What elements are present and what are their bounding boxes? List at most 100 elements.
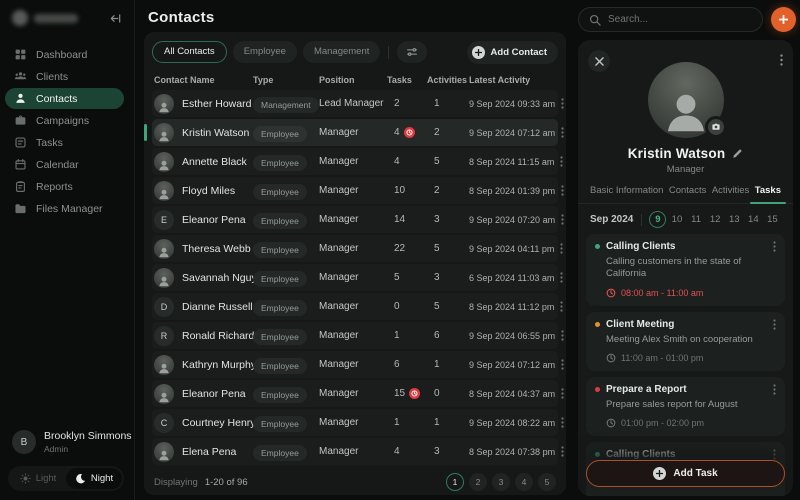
edit-name-button[interactable] xyxy=(732,148,743,159)
contact-avatar: E xyxy=(154,209,174,230)
sidebar-item-reports[interactable]: Reports xyxy=(5,176,124,197)
row-kebab-menu[interactable] xyxy=(555,185,569,196)
current-user[interactable]: B Brooklyn Simmons Admin xyxy=(12,430,132,454)
search-box[interactable] xyxy=(578,7,763,32)
clients-people-icon xyxy=(14,72,27,80)
table-row[interactable]: C Courtney Henry Employee Manager 1 1 9 S… xyxy=(152,409,564,436)
user-avatar: B xyxy=(12,430,36,454)
row-kebab-menu[interactable] xyxy=(555,127,569,138)
table-row-selected[interactable]: Kristin Watson Employee Manager 4 2 9 Se… xyxy=(144,119,564,146)
table-row[interactable]: Kathryn Murphy Employee Manager 6 1 9 Se… xyxy=(152,351,564,378)
filter-tab-all-contacts[interactable]: All Contacts xyxy=(152,41,227,63)
filter-sliders-button[interactable] xyxy=(397,41,428,63)
sidebar-item-contacts[interactable]: Contacts xyxy=(5,88,124,109)
tab-activities[interactable]: Activities xyxy=(712,185,749,203)
calendar-day-9[interactable]: 9 xyxy=(649,211,667,228)
quick-add-button[interactable] xyxy=(771,7,796,32)
sidebar-item-files-manager[interactable]: Files Manager xyxy=(5,198,124,219)
contact-avatar xyxy=(154,180,174,201)
tasks-list-icon xyxy=(15,137,26,148)
task-card[interactable]: Calling Clients Calling customers in the… xyxy=(586,234,785,306)
table-row[interactable]: D Dianne Russell Employee Manager 0 5 8 S… xyxy=(152,293,563,320)
calendar-day-15[interactable]: 15 xyxy=(764,211,781,228)
row-kebab-menu[interactable] xyxy=(554,301,568,312)
calendar-day-11[interactable]: 11 xyxy=(688,211,705,228)
row-kebab-menu[interactable] xyxy=(555,330,569,341)
tab-contacts[interactable]: Contacts xyxy=(669,185,707,203)
sidebar-item-dashboard[interactable]: Dashboard xyxy=(5,44,124,65)
contact-avatar xyxy=(154,383,174,404)
contact-avatar xyxy=(154,151,174,172)
search-icon xyxy=(589,14,601,26)
calendar-month[interactable]: Sep 2024 xyxy=(590,214,633,225)
table-row[interactable]: R Ronald Richards Employee Manager 1 6 9 … xyxy=(152,322,564,349)
page-button-4[interactable]: 4 xyxy=(515,473,533,491)
calendar-day-10[interactable]: 10 xyxy=(668,211,685,228)
row-kebab-menu[interactable] xyxy=(555,417,569,428)
calendar-day-12[interactable]: 12 xyxy=(707,211,724,228)
tab-basic-information[interactable]: Basic Information xyxy=(590,185,663,203)
task-kebab-menu[interactable] xyxy=(773,449,776,460)
add-task-button[interactable]: Add Task xyxy=(586,460,785,487)
sidebar-item-tasks[interactable]: Tasks xyxy=(5,132,124,153)
row-kebab-menu[interactable] xyxy=(555,359,569,370)
row-kebab-menu[interactable] xyxy=(555,214,569,225)
type-badge: Employee xyxy=(253,212,307,229)
change-photo-button[interactable] xyxy=(704,116,727,138)
dashboard-grid-icon xyxy=(15,49,26,60)
pencil-icon xyxy=(733,149,742,158)
panel-kebab-menu[interactable] xyxy=(780,50,783,66)
close-panel-button[interactable] xyxy=(588,50,610,72)
row-kebab-menu[interactable] xyxy=(554,243,568,254)
row-kebab-menu[interactable] xyxy=(554,272,568,283)
table-row[interactable]: E Eleanor Pena Employee Manager 14 3 9 Se… xyxy=(152,206,564,233)
table-row[interactable]: Theresa Webb Employee Manager 22 5 9 Sep… xyxy=(152,235,563,262)
filter-tab-management[interactable]: Management xyxy=(302,41,381,63)
table-row[interactable]: Eleanor Pena Employee Manager 15 0 8 Sep… xyxy=(152,380,564,407)
row-kebab-menu[interactable] xyxy=(555,388,569,399)
row-kebab-menu[interactable] xyxy=(555,98,569,109)
task-status-dot xyxy=(595,244,600,249)
sidebar-item-campaigns[interactable]: Campaigns xyxy=(5,110,124,131)
add-contact-button[interactable]: Add Contact xyxy=(466,40,558,64)
task-kebab-menu[interactable] xyxy=(773,319,776,330)
task-status-dot xyxy=(595,452,600,458)
filter-tab-employee[interactable]: Employee xyxy=(232,41,297,63)
sun-icon xyxy=(19,473,31,484)
moon-icon xyxy=(76,473,86,484)
calendar-day-14[interactable]: 14 xyxy=(745,211,762,228)
calendar-strip: Sep 2024 9 10 11 12 13 14 15 xyxy=(578,204,793,234)
table-row[interactable]: Floyd Miles Employee Manager 10 2 8 Sep … xyxy=(152,177,564,204)
table-row[interactable]: Elena Pena Employee Manager 4 3 8 Sep 20… xyxy=(152,438,564,465)
page-button-1[interactable]: 1 xyxy=(446,473,464,491)
sidebar-item-clients[interactable]: Clients xyxy=(5,66,124,87)
type-badge: Employee xyxy=(253,328,307,345)
row-kebab-menu[interactable] xyxy=(554,156,568,167)
page-button-3[interactable]: 3 xyxy=(492,473,510,491)
task-card[interactable]: Client Meeting Meeting Alex Smith on coo… xyxy=(586,311,785,372)
row-kebab-menu[interactable] xyxy=(555,446,569,457)
filter-bar: All Contacts Employee Management Add Con… xyxy=(152,40,558,64)
app-logo-blurred xyxy=(12,10,78,26)
tab-tasks[interactable]: Tasks xyxy=(749,185,787,204)
type-badge: Employee xyxy=(253,241,307,258)
contact-detail-panel: Kristin Watson Manager Basic Information… xyxy=(578,40,793,496)
calendar-day-13[interactable]: 13 xyxy=(726,211,743,228)
table-row[interactable]: Esther Howard Management Lead Manager 2 … xyxy=(152,90,564,117)
type-badge: Employee xyxy=(253,299,307,316)
contact-avatar xyxy=(154,354,174,375)
theme-light-option[interactable]: Light xyxy=(10,468,66,489)
theme-night-option[interactable]: Night xyxy=(66,468,122,489)
theme-toggle: Light Night xyxy=(8,466,124,491)
task-kebab-menu[interactable] xyxy=(773,384,776,395)
sidebar-collapse-icon[interactable] xyxy=(109,12,122,25)
search-input[interactable] xyxy=(608,14,752,25)
pagination: 1 2 3 4 5 xyxy=(446,473,556,491)
task-card[interactable]: Prepare a Report Prepare sales report fo… xyxy=(586,377,785,437)
page-button-2[interactable]: 2 xyxy=(469,473,487,491)
sidebar-item-calendar[interactable]: Calendar xyxy=(5,154,124,175)
table-row[interactable]: Savannah Nguyen Employee Manager 5 3 6 S… xyxy=(152,264,563,291)
table-row[interactable]: Annette Black Employee Manager 4 5 8 Sep… xyxy=(152,148,563,175)
task-kebab-menu[interactable] xyxy=(773,241,776,252)
page-button-5[interactable]: 5 xyxy=(538,473,556,491)
